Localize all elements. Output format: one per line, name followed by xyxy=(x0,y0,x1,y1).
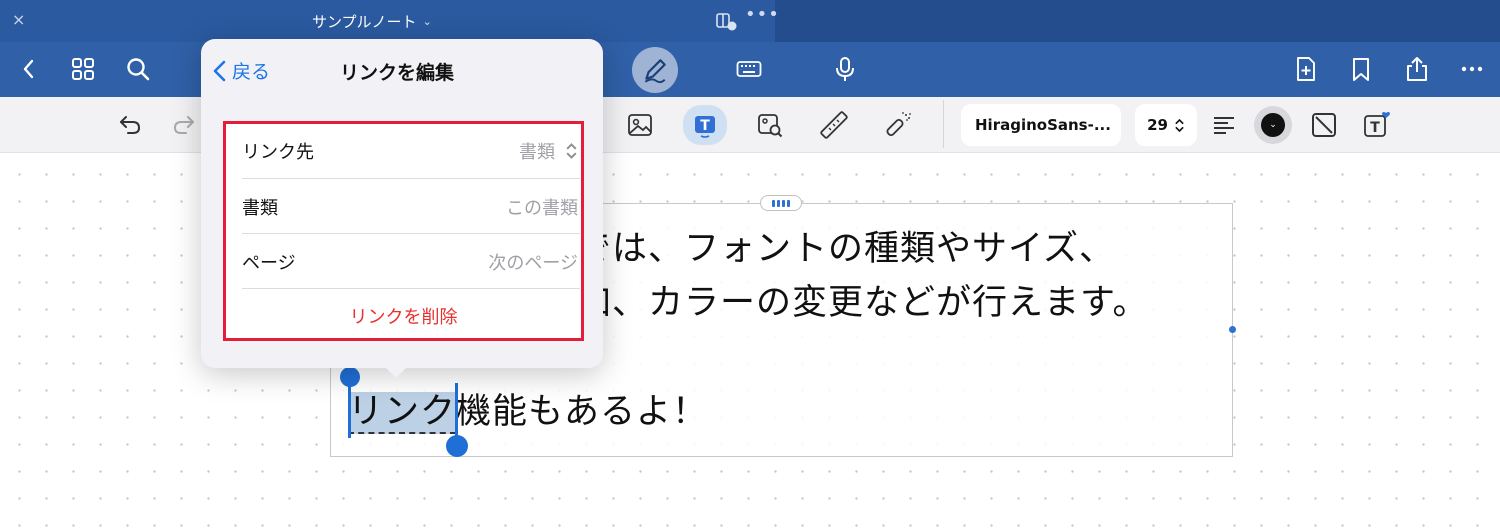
row-value: この書類 xyxy=(506,198,578,219)
image-search-icon[interactable] xyxy=(752,107,788,143)
link-target-row[interactable]: リンク先 書類 xyxy=(242,124,582,178)
more-icon[interactable] xyxy=(1457,54,1487,84)
ruler-icon[interactable] xyxy=(816,107,852,143)
back-chevron-icon[interactable] xyxy=(14,54,44,84)
text-tool-button[interactable]: T xyxy=(683,105,727,145)
laser-pointer-icon[interactable] xyxy=(880,107,916,143)
text-line-rest: 機能もあるよ！ xyxy=(456,392,709,432)
document-row[interactable]: 書類 この書類 xyxy=(242,180,582,234)
row-label: ページ xyxy=(242,253,296,274)
split-view-icon[interactable] xyxy=(716,11,738,31)
row-separator xyxy=(242,233,580,234)
svg-text:T: T xyxy=(1370,120,1380,136)
selected-link-text[interactable]: リンク xyxy=(348,392,457,434)
undo-icon[interactable] xyxy=(112,107,148,143)
text-box-drag-handle[interactable] xyxy=(760,195,802,211)
pen-icon xyxy=(644,59,666,84)
font-size-picker[interactable]: 29 xyxy=(1135,104,1197,146)
back-chevron-icon xyxy=(213,60,226,81)
keyboard-icon[interactable] xyxy=(734,54,764,84)
back-label: 戻る xyxy=(232,61,271,83)
svg-text:T: T xyxy=(700,118,710,134)
text-style-icon[interactable]: T xyxy=(1358,107,1394,143)
selection-start-handle[interactable] xyxy=(340,367,360,387)
bookmark-icon[interactable] xyxy=(1346,54,1376,84)
page-row[interactable]: ページ 次のページ xyxy=(242,235,582,289)
font-family-value: HiraginoSans-... xyxy=(975,116,1111,134)
document-title-menu[interactable]: サンプルノート ⌄ xyxy=(312,11,432,32)
delete-link-button[interactable]: リンクを削除 xyxy=(226,291,581,341)
text-align-left-icon[interactable] xyxy=(1206,107,1242,143)
selection-end-handle[interactable] xyxy=(446,435,468,457)
row-separator xyxy=(242,288,580,289)
toolbar-divider xyxy=(943,100,944,148)
border-style-icon[interactable] xyxy=(1306,107,1342,143)
close-window-icon[interactable]: × xyxy=(12,10,25,29)
add-page-icon[interactable] xyxy=(1291,54,1321,84)
text-line[interactable]: では、フォントの種類やサイズ、 xyxy=(576,220,1115,271)
text-box-resize-handle[interactable] xyxy=(1229,326,1236,333)
image-icon[interactable] xyxy=(622,107,658,143)
popover-title: リンクを編集 xyxy=(340,62,455,84)
microphone-icon[interactable] xyxy=(830,54,860,84)
color-swatch: ⌄ xyxy=(1261,113,1285,137)
chevron-down-icon: ⌄ xyxy=(1269,120,1277,130)
link-settings-list: リンク先 書類 書類 この書類 ページ 次のページ リンクを削除 xyxy=(223,121,584,341)
text-box-icon: T xyxy=(695,116,715,138)
row-label: 書類 xyxy=(242,198,278,219)
title-bar: × サンプルノート ⌄ ••• xyxy=(0,0,1500,42)
text-line[interactable]: 加、カラーの変更などが行えます。 xyxy=(576,274,1149,325)
row-label: リンク先 xyxy=(242,142,314,163)
grid-icon[interactable] xyxy=(68,54,98,84)
share-icon[interactable] xyxy=(1402,54,1432,84)
stepper-chevron-icon xyxy=(1175,118,1184,132)
back-button[interactable]: 戻る xyxy=(212,57,270,84)
row-separator xyxy=(242,178,580,179)
multitasking-dots-icon[interactable]: ••• xyxy=(745,4,780,25)
chevron-down-icon: ⌄ xyxy=(422,15,432,28)
title-bar-right-region xyxy=(775,0,1500,42)
row-value: 書類 xyxy=(519,142,555,163)
text-color-picker[interactable]: ⌄ xyxy=(1254,106,1292,144)
text-line-with-link[interactable]: リンク機能もあるよ！ xyxy=(348,383,708,434)
document-title: サンプルノート xyxy=(312,13,417,31)
search-icon[interactable] xyxy=(123,54,153,84)
row-value: 次のページ xyxy=(488,253,578,274)
selection-end-caret xyxy=(455,383,458,439)
up-down-chevron-icon xyxy=(566,143,577,159)
pen-tool-button[interactable] xyxy=(632,47,678,93)
selection-start-caret xyxy=(348,384,351,438)
redo-icon[interactable] xyxy=(166,107,202,143)
font-family-picker[interactable]: HiraginoSans-... xyxy=(961,104,1121,146)
font-size-value: 29 xyxy=(1147,116,1168,134)
popover-arrow xyxy=(380,362,412,378)
